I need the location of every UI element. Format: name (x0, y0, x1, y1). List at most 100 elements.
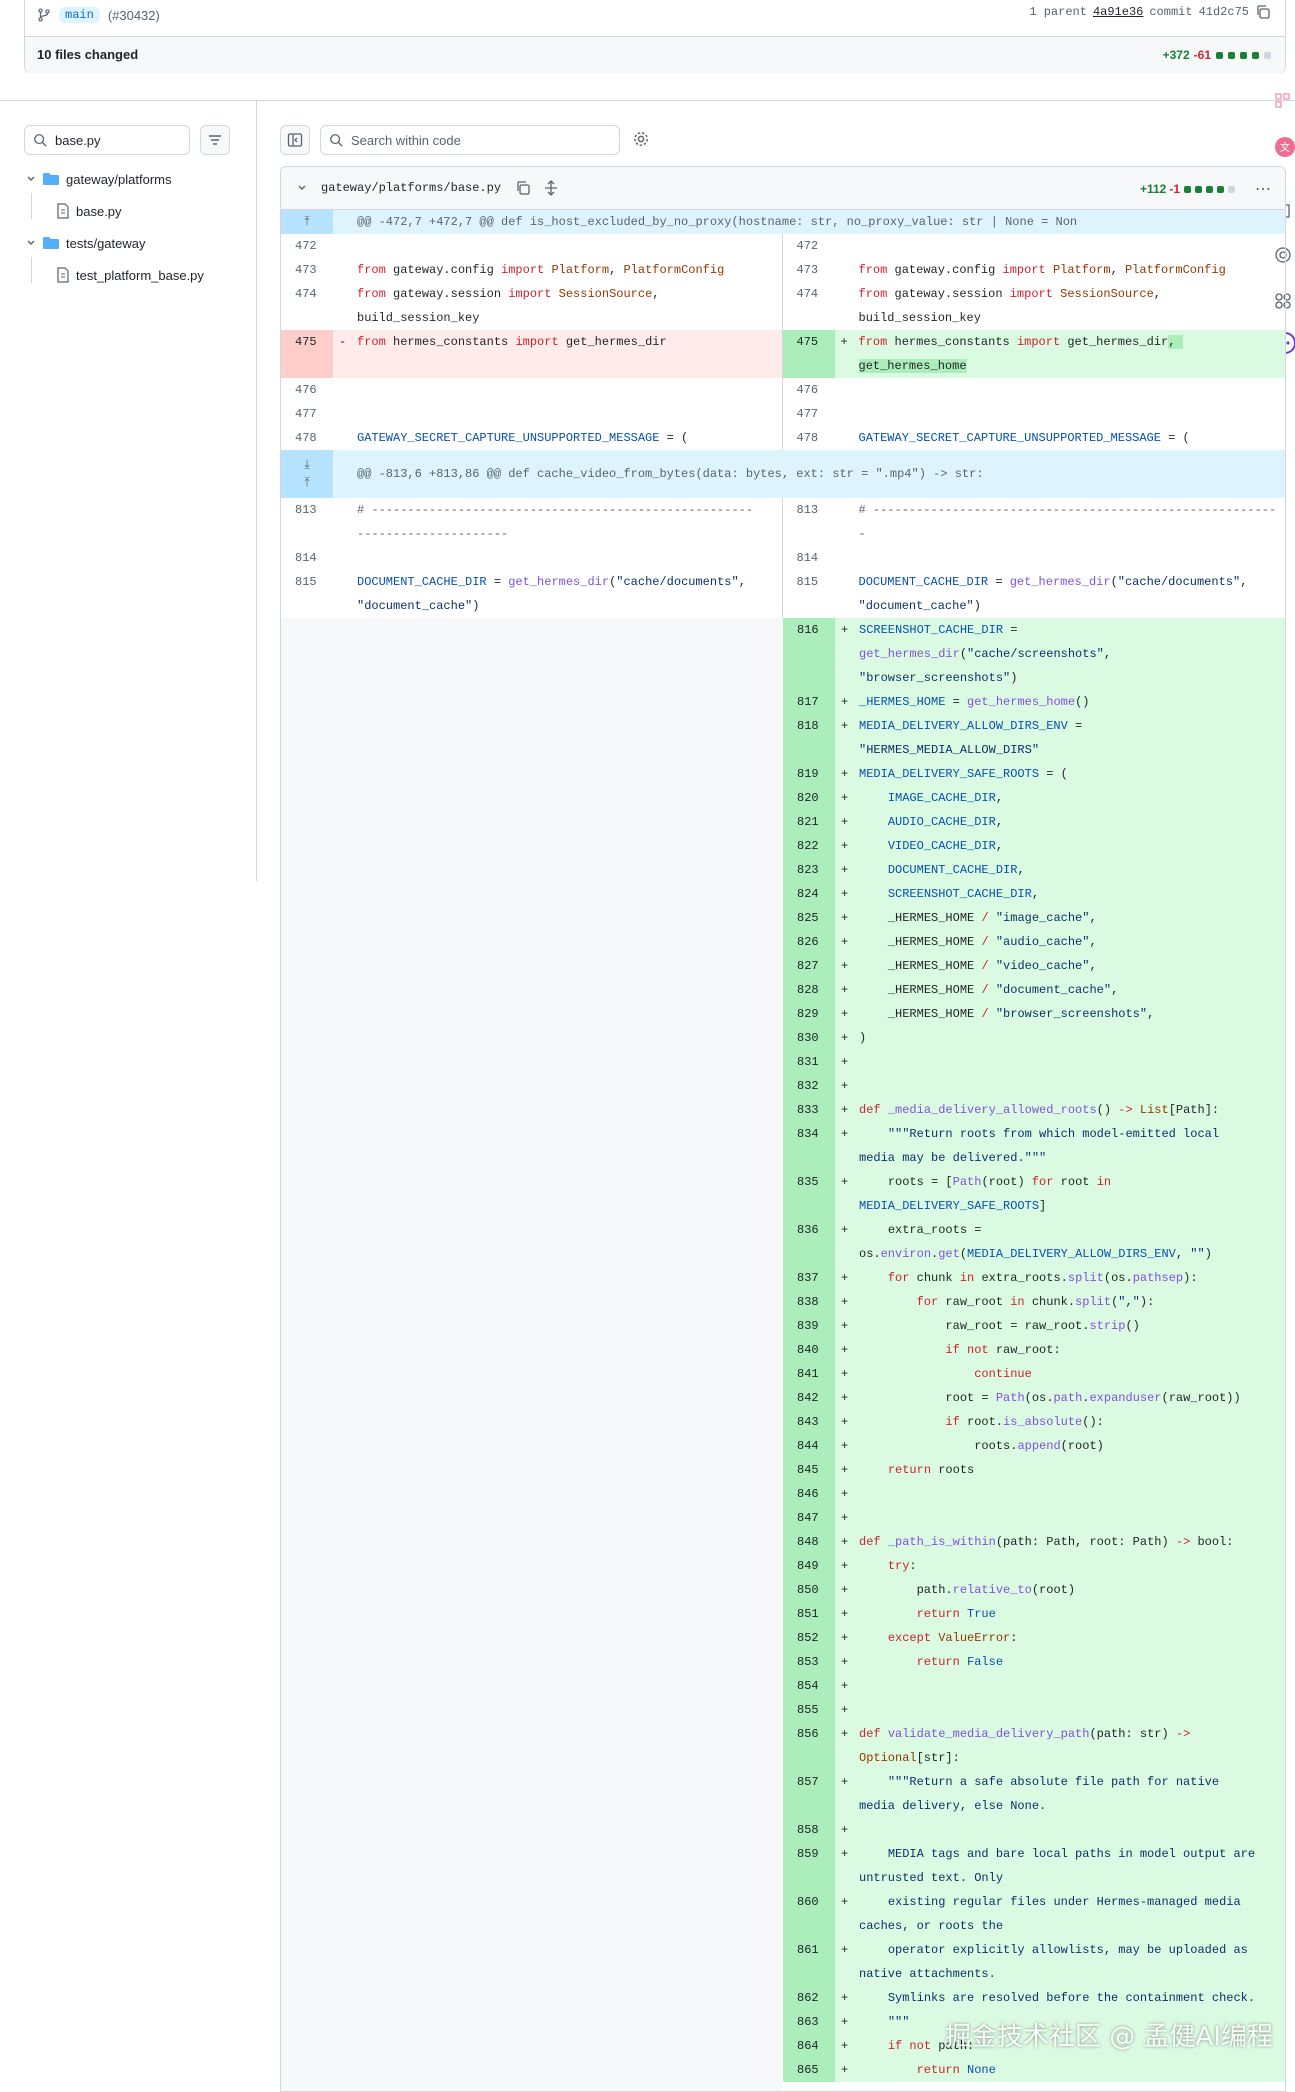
code-line: operator explicitly allowlists, may be u… (859, 1943, 1248, 1981)
line-number[interactable]: 837 (783, 1266, 835, 1290)
diff-row-added: 829 + _HERMES_HOME / "browser_screenshots… (783, 1002, 1285, 1026)
diff-row-added: 848 + def _path_is_within(path: Path, root… (783, 1530, 1285, 1554)
line-number[interactable]: 850 (783, 1578, 835, 1602)
diff-row-added: 833 + def _media_delivery_allowed_roots() … (783, 1098, 1285, 1122)
line-number[interactable]: 823 (783, 858, 835, 882)
line-number[interactable]: 826 (783, 930, 835, 954)
line-number[interactable]: 856 (783, 1722, 835, 1770)
gear-icon[interactable] (632, 130, 650, 148)
line-number[interactable]: 854 (783, 1674, 835, 1698)
line-number[interactable]: 835 (783, 1170, 835, 1218)
line-number[interactable]: 849 (783, 1554, 835, 1578)
line-number[interactable]: 828 (783, 978, 835, 1002)
line-number[interactable]: 819 (783, 762, 835, 786)
line-number[interactable]: 825 (783, 906, 835, 930)
line-number[interactable]: 845 (783, 1458, 835, 1482)
empty-side (281, 618, 782, 2091)
diff-sign: + (841, 1583, 849, 1597)
line-number[interactable]: 821 (783, 810, 835, 834)
line-number[interactable]: 855 (783, 1698, 835, 1722)
diff-row-added: 817 + _HERMES_HOME = get_hermes_home() (783, 690, 1285, 714)
line-number[interactable]: 841 (783, 1362, 835, 1386)
grid-icon[interactable] (1274, 92, 1292, 110)
line-number[interactable]: 860 (783, 1890, 835, 1938)
added-lines: 816 + SCREENSHOT_CACHE_DIR = get_hermes_di… (783, 618, 1285, 2091)
line-number[interactable]: 848 (783, 1530, 835, 1554)
branch-pill[interactable]: main (59, 7, 100, 23)
line-number[interactable]: 862 (783, 1986, 835, 2010)
code-search-input[interactable]: Search within code (320, 125, 620, 155)
tree-file-test-platform-base-py[interactable]: test_platform_base.py (56, 263, 204, 287)
filter-button[interactable] (200, 125, 230, 155)
line-number[interactable]: 843 (783, 1410, 835, 1434)
line-number[interactable]: 836 (783, 1218, 835, 1266)
diff-sign: + (841, 767, 849, 781)
files-changed-count: 10 files changed (37, 47, 139, 62)
line-number[interactable]: 827 (783, 954, 835, 978)
expand-up-icon[interactable]: ⤒ (281, 210, 333, 234)
more-options-icon[interactable]: ⋯ (1255, 179, 1271, 199)
diff-sign: + (841, 1103, 849, 1117)
line-number[interactable]: 838 (783, 1290, 835, 1314)
tree-folder-gateway-platforms[interactable]: gateway/platforms (26, 167, 172, 191)
line-number[interactable]: 832 (783, 1074, 835, 1098)
diff-row-added: 832 + (783, 1074, 1285, 1098)
diff-row-added: 831 + (783, 1050, 1285, 1074)
line-number[interactable]: 829 (783, 1002, 835, 1026)
chevron-down-icon[interactable] (297, 183, 307, 193)
line-number[interactable]: 824 (783, 882, 835, 906)
line-number[interactable]: 851 (783, 1602, 835, 1626)
diff-row-added: 842 + root = Path(os.path.expanduser(raw_… (783, 1386, 1285, 1410)
pr-number[interactable]: (#30432) (108, 8, 160, 23)
line-number[interactable]: 830 (783, 1026, 835, 1050)
line-number[interactable]: 857 (783, 1770, 835, 1818)
line-number[interactable]: 816 (783, 618, 835, 690)
diff-file-path[interactable]: gateway/platforms/base.py (321, 181, 501, 195)
diff-sign: + (841, 1535, 849, 1549)
toggle-file-tree-button[interactable] (280, 125, 310, 155)
line-number[interactable]: 863 (783, 2010, 835, 2034)
line-number[interactable]: 864 (783, 2034, 835, 2058)
line-number[interactable]: 852 (783, 1626, 835, 1650)
line-number[interactable]: 859 (783, 1842, 835, 1890)
diff-sign: + (841, 959, 849, 973)
line-number[interactable]: 817 (783, 690, 835, 714)
diffstat-block (1206, 185, 1213, 193)
tree-folder-tests-gateway[interactable]: tests/gateway (26, 231, 146, 255)
line-number[interactable]: 861 (783, 1938, 835, 1986)
diff-sign: + (841, 1439, 849, 1453)
folder-icon (43, 237, 59, 249)
line-number[interactable]: 840 (783, 1338, 835, 1362)
line-number[interactable]: 858 (783, 1818, 835, 1842)
line-number[interactable]: 833 (783, 1098, 835, 1122)
code-line: if root.is_absolute(): (945, 1415, 1104, 1429)
diff-sign: + (841, 863, 849, 877)
copy-icon[interactable] (515, 180, 531, 196)
line-number[interactable]: 839 (783, 1314, 835, 1338)
translate-icon[interactable]: 文 (1274, 136, 1295, 158)
line-number[interactable]: 831 (783, 1050, 835, 1074)
tree-file-base-py[interactable]: base.py (56, 199, 122, 223)
line-number[interactable]: 822 (783, 834, 835, 858)
line-number[interactable]: 820 (783, 786, 835, 810)
line-number[interactable]: 847 (783, 1506, 835, 1530)
diff-row-added: 860 + existing regular files under Hermes… (783, 1890, 1285, 1938)
file-diffstat: +112 -1 (1140, 182, 1235, 196)
expand-all-icon[interactable] (543, 180, 559, 196)
copy-icon[interactable] (1255, 4, 1271, 20)
line-number[interactable]: 834 (783, 1122, 835, 1170)
parent-sha-link[interactable]: 4a91e36 (1093, 5, 1143, 19)
diffstat-block (1264, 51, 1271, 59)
diff-row: 472 472 (281, 234, 1285, 258)
line-number[interactable]: 818 (783, 714, 835, 762)
diff-row: 474 from gateway.session import SessionSo… (281, 282, 1285, 330)
diff-row-added: 859 + MEDIA tags and bare local paths in … (783, 1842, 1285, 1890)
line-number[interactable]: 846 (783, 1482, 835, 1506)
line-number[interactable]: 844 (783, 1434, 835, 1458)
line-number[interactable]: 853 (783, 1650, 835, 1674)
diff-row: 478 GATEWAY_SECRET_CAPTURE_UNSUPPORTED_ME… (281, 426, 1285, 450)
line-number[interactable]: 865 (783, 2058, 835, 2082)
expand-both-icon[interactable]: ⤓ ⤒ (281, 450, 333, 498)
file-filter-input[interactable]: base.py (24, 125, 190, 155)
line-number[interactable]: 842 (783, 1386, 835, 1410)
